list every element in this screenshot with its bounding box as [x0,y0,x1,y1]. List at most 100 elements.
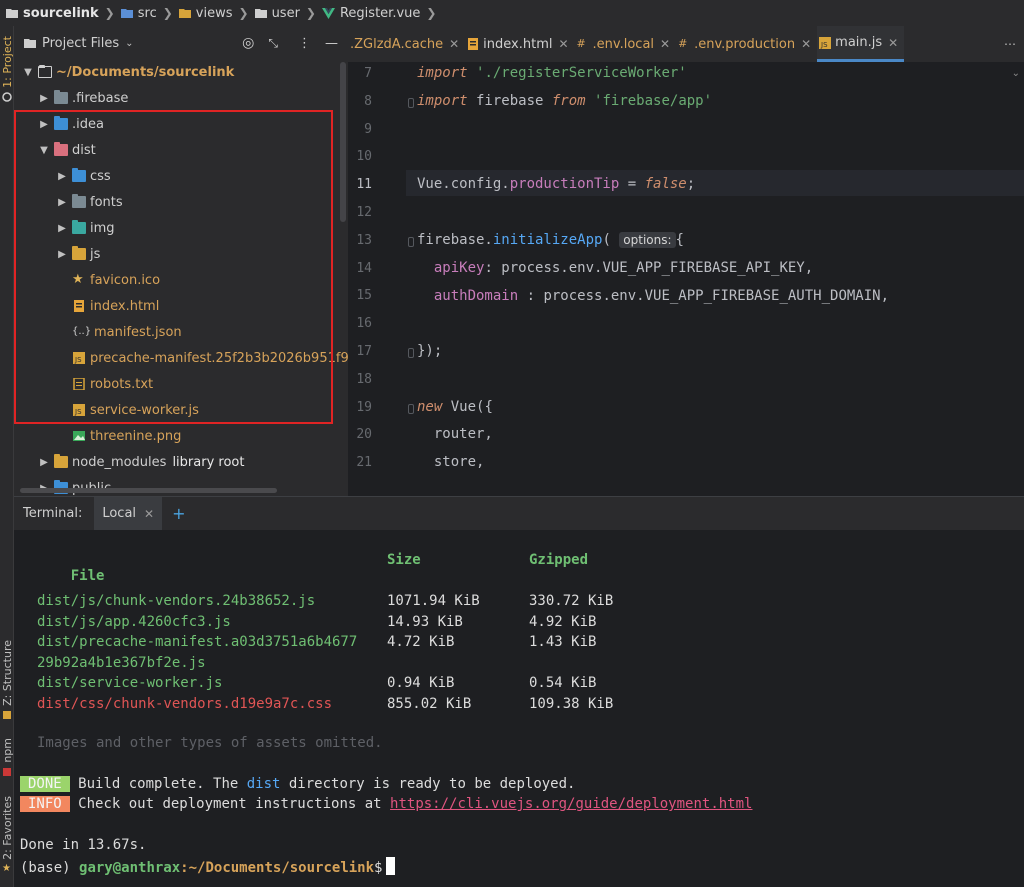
line-number: 7 [364,66,372,81]
terminal-info-line: INFO Check out deployment instructions a… [20,796,752,816]
chevron-right-icon[interactable]: ▶ [38,93,50,104]
chevron-right-icon: ❯ [104,6,115,20]
horizontal-scrollbar[interactable] [20,488,277,493]
tree-item[interactable]: ▼ dist [38,137,96,163]
npm-icon [3,767,11,776]
tool-tab-project[interactable]: 1: Project [0,36,15,102]
tab-index-html[interactable]: index.html ✕ [465,26,574,62]
folder-icon [72,194,86,208]
tree-item[interactable]: ▶ .firebase [38,85,128,111]
tab-env-local[interactable]: # .env.local ✕ [575,26,677,62]
chevron-down-icon[interactable]: ▼ [38,145,50,156]
close-icon[interactable]: ✕ [888,36,898,50]
breadcrumb-item-src[interactable]: src [120,6,157,21]
tree-item[interactable]: threenine.png [56,423,181,449]
chevron-down-icon[interactable]: ▼ [22,67,34,78]
more-tabs-icon[interactable]: ⋯ [1004,37,1016,51]
breadcrumb-item-project[interactable]: sourcelink [6,6,99,21]
tool-tab-npm[interactable]: npm [0,738,15,777]
chevron-right-icon[interactable]: ▶ [56,249,68,260]
tree-item-label: css [90,168,111,184]
tab-cache[interactable]: .ZGlzdA.cache ✕ [348,26,465,62]
terminal-prompt[interactable]: (base) gary@anthrax:~/Documents/sourceli… [20,857,396,877]
tree-item[interactable]: robots.txt [56,371,153,397]
asset-file-name: 29b92a4b1e367bf2e.js [37,654,206,671]
folder-icon [254,9,267,18]
vue-icon [321,7,335,19]
line-number: 19 [356,399,372,415]
tree-item[interactable]: ▶ js [56,241,100,267]
project-panel: Project Files ⌄ ◎ ⤡ ⋮ — ▼ ~/Documents/sou… [14,26,348,496]
tab-local-terminal[interactable]: Local ✕ [94,496,163,531]
folder-icon [54,454,68,468]
close-icon[interactable]: ✕ [660,37,670,51]
code-editor[interactable]: 7 8 9 10 11 12 13 14 15 16 17 18 19 20 21 import './re… [348,62,1024,496]
collapse-all-icon[interactable]: ⤡ [268,36,278,51]
tab-main-js[interactable]: JS main.js ✕ [817,26,905,62]
tree-item[interactable]: index.html [56,293,159,319]
tree-item[interactable]: ▶ css [56,163,111,189]
terminal-output[interactable]: File Size Gzipped dist/js/chunk-vendors.… [14,530,1024,887]
folder-icon [72,246,86,260]
tree-item-label: manifest.json [94,324,182,340]
chevron-down-icon[interactable]: ⌄ [1012,68,1020,79]
tree-item[interactable]: ★ favicon.ico [56,267,160,293]
fold-marker-icon[interactable] [408,348,414,358]
html-file-icon [74,300,84,312]
line-number: 18 [356,371,372,387]
close-icon[interactable]: ✕ [801,37,811,51]
tree-item[interactable]: JS service-worker.js [56,397,199,423]
close-icon[interactable]: ✕ [558,37,568,51]
chevron-right-icon[interactable]: ▶ [56,197,68,208]
folder-icon [38,65,52,78]
fold-marker-icon[interactable] [408,237,414,247]
folder-blue-icon [120,9,133,18]
locate-icon[interactable]: ◎ [242,35,254,51]
tree-item[interactable]: ▶ fonts [56,189,123,215]
code-line: import './registerServiceWorker' [417,65,687,81]
tree-item-label: service-worker.js [90,402,199,418]
project-icon [2,92,12,102]
tool-tab-favorites[interactable]: 2: Favorites ★ [0,796,15,874]
tree-item-label: .idea [72,116,104,132]
code-line: }); [417,343,443,359]
folder-icon [54,90,68,104]
chevron-right-icon[interactable]: ▶ [38,457,50,468]
code-line: store, [417,454,485,470]
tree-item[interactable]: ▼ ~/Documents/sourcelink [22,59,234,85]
tree-item[interactable]: ▶ img [56,215,115,241]
breadcrumb-item-file[interactable]: Register.vue [321,6,420,21]
fold-marker-icon[interactable] [408,98,414,108]
asset-size: 4.72 KiB [387,634,455,650]
breadcrumb-item-views[interactable]: views [178,6,233,21]
tree-item[interactable]: {..} manifest.json [56,319,182,345]
tree-item-label: threenine.png [90,428,182,444]
breadcrumb-item-user[interactable]: user [254,6,300,21]
vertical-scrollbar[interactable] [340,62,346,222]
chevron-right-icon: ❯ [238,6,249,20]
js-file-icon: JS [73,352,85,364]
folder-icon [24,39,36,48]
tree-item[interactable]: JS precache-manifest.25f2b3b2026b951f932c [56,345,348,371]
tree-item[interactable]: ▶ node_modules library root [38,449,244,475]
asset-size: 855.02 KiB [387,695,472,712]
asset-file-name: dist/precache-manifest.a03d3751a6b4677 [37,634,358,650]
tree-item[interactable]: ▶ .idea [38,111,104,137]
project-view-selector[interactable]: Project Files [42,36,119,51]
fold-marker-icon[interactable] [408,404,414,414]
asset-gzipped-size: 0.54 KiB [529,675,597,691]
tab-env-production[interactable]: # .env.production ✕ [676,26,817,62]
more-options-icon[interactable]: ⋮ [298,36,311,51]
new-terminal-icon[interactable]: + [172,504,185,523]
deployment-link[interactable]: https://cli.vuejs.org/guide/deployment.h… [390,796,752,812]
line-number: 9 [364,121,372,137]
tool-tab-structure[interactable]: Z: Structure [0,640,15,720]
chevron-down-icon[interactable]: ⌄ [125,38,133,49]
code-line: new Vue({ [417,399,493,415]
chevron-right-icon[interactable]: ▶ [56,223,68,234]
chevron-right-icon[interactable]: ▶ [38,119,50,130]
chevron-right-icon[interactable]: ▶ [56,171,68,182]
close-icon[interactable]: ✕ [144,507,154,521]
close-icon[interactable]: ✕ [449,37,459,51]
hide-panel-icon[interactable]: — [325,36,338,51]
